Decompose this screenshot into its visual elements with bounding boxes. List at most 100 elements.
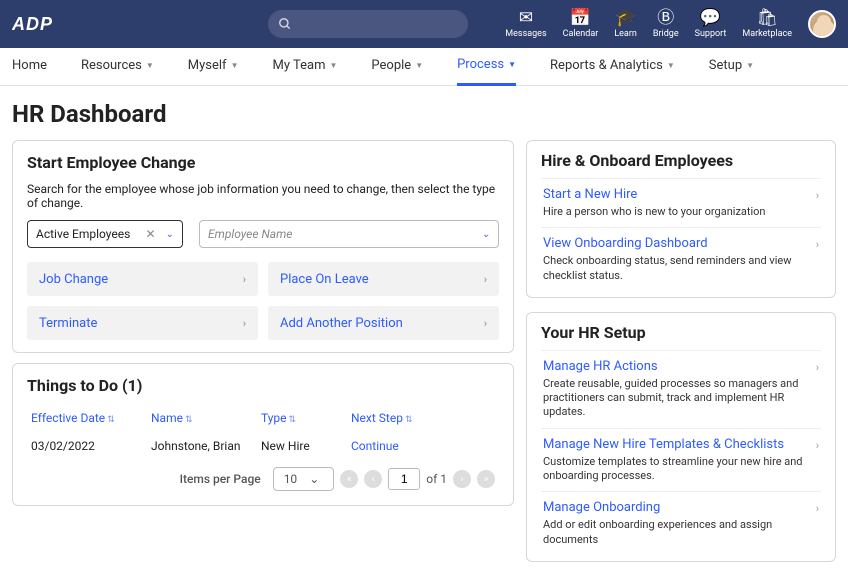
card-title: Things to Do (1)	[27, 376, 499, 395]
item-desc: Customize templates to streamline your n…	[543, 455, 819, 484]
col-type[interactable]: Type⇅	[261, 411, 351, 425]
svg-text:ADP: ADP	[12, 14, 53, 34]
sort-icon: ⇅	[185, 415, 193, 425]
nav-marketplace[interactable]: 🛍 Marketplace	[742, 10, 792, 39]
card-instruction: Search for the employee whose job inform…	[27, 182, 499, 210]
page-input[interactable]	[388, 468, 420, 490]
nav-calendar[interactable]: 📅 Calendar	[563, 10, 599, 39]
cell-type: New Hire	[261, 439, 351, 453]
search-input[interactable]	[268, 10, 468, 38]
items-per-page-label: Items per Page	[180, 472, 261, 486]
col-effective-date[interactable]: Effective Date⇅	[31, 411, 151, 425]
nav-support[interactable]: 💬Support	[695, 10, 727, 39]
nav-setup[interactable]: Setup▼	[709, 58, 754, 75]
nav-home[interactable]: Home	[12, 58, 47, 75]
global-search	[268, 10, 468, 38]
global-header: ADP ✉ Messages 📅 Calendar 🎓Learn ⒷBridge 💬…	[0, 0, 848, 48]
main-nav: Home Resources▼ Myself▼ My Team▼ People▼…	[0, 48, 848, 86]
list-item[interactable]: Manage HR Actions Create reusable, guide…	[541, 350, 821, 428]
top-icon-bar: ✉ Messages 📅 Calendar 🎓Learn ⒷBridge 💬Supp…	[505, 10, 836, 39]
chevron-down-icon: ▼	[508, 60, 516, 69]
chevron-right-icon: ›	[243, 273, 246, 286]
search-icon	[278, 17, 292, 31]
nav-label: Calendar	[563, 29, 599, 39]
next-page-button[interactable]: ›	[453, 470, 471, 488]
nav-myteam[interactable]: My Team▼	[273, 58, 338, 75]
grad-cap-icon: 🎓	[615, 10, 636, 27]
col-next-step[interactable]: Next Step⇅	[351, 411, 495, 425]
manage-onboarding-link[interactable]: Manage Onboarding	[543, 500, 819, 515]
bag-icon: 🛍	[756, 10, 778, 27]
action-job-change[interactable]: Job Change›	[27, 262, 258, 296]
list-item[interactable]: Manage New Hire Templates & Checklists C…	[541, 428, 821, 492]
nav-label: Messages	[505, 29, 546, 39]
cell-name: Johnstone, Brian	[151, 439, 261, 453]
card-title: Your HR Setup	[541, 323, 821, 342]
item-desc: Hire a person who is new to your organiz…	[543, 205, 819, 219]
employee-select[interactable]: Employee Name ⌄	[199, 220, 499, 248]
last-page-button[interactable]: »	[477, 470, 495, 488]
chevron-right-icon: ›	[816, 439, 819, 452]
nav-reports[interactable]: Reports & Analytics▼	[550, 58, 675, 75]
action-place-on-leave[interactable]: Place On Leave›	[268, 262, 499, 296]
list-item[interactable]: Start a New Hire Hire a person who is ne…	[541, 178, 821, 227]
chevron-right-icon: ›	[816, 502, 819, 515]
brand-logo: ADP	[12, 13, 54, 35]
table-row: 03/02/2022 Johnstone, Brian New Hire Con…	[27, 431, 499, 461]
first-page-button[interactable]: «	[340, 470, 358, 488]
chat-icon: 💬	[700, 10, 721, 27]
sort-icon: ⇅	[107, 415, 115, 425]
clear-icon[interactable]: ✕	[146, 227, 156, 241]
cell-date: 03/02/2022	[31, 439, 151, 453]
of-total: of 1	[426, 472, 447, 486]
nav-label: Bridge	[653, 29, 679, 39]
chevron-down-icon: ▼	[746, 61, 754, 70]
card-title: Start Employee Change	[27, 153, 499, 172]
page-title: HR Dashboard	[0, 86, 848, 140]
item-desc: Check onboarding status, send reminders …	[543, 254, 819, 283]
nav-process[interactable]: Process▼	[457, 48, 516, 86]
prev-page-button[interactable]: ‹	[364, 470, 382, 488]
list-item[interactable]: Manage Onboarding Add or edit onboarding…	[541, 491, 821, 555]
card-title: Hire & Onboard Employees	[541, 151, 821, 170]
nav-learn[interactable]: 🎓Learn	[614, 10, 637, 39]
chevron-right-icon: ›	[816, 238, 819, 251]
manage-hr-actions-link[interactable]: Manage HR Actions	[543, 359, 819, 374]
chevron-down-icon: ⌄	[166, 229, 174, 240]
chevron-down-icon: ▼	[415, 61, 423, 70]
chevron-down-icon: ▼	[329, 61, 337, 70]
nav-messages[interactable]: ✉ Messages	[505, 10, 546, 39]
chevron-down-icon: ⌄	[482, 229, 490, 240]
chevron-down-icon: ▼	[146, 61, 154, 70]
items-per-page-select[interactable]: 10	[273, 467, 335, 491]
chevron-down-icon: ▼	[231, 61, 239, 70]
action-add-position[interactable]: Add Another Position›	[268, 306, 499, 340]
item-desc: Add or edit onboarding experiences and a…	[543, 518, 819, 547]
nav-myself[interactable]: Myself▼	[188, 58, 239, 75]
hire-onboard-card: Hire & Onboard Employees Start a New Hir…	[526, 140, 836, 298]
pagination: Items per Page 10 « ‹ of 1 › »	[27, 461, 499, 493]
continue-link[interactable]: Continue	[351, 439, 495, 453]
view-onboarding-dashboard-link[interactable]: View Onboarding Dashboard	[543, 236, 819, 251]
chevron-right-icon: ›	[484, 317, 487, 330]
col-name[interactable]: Name⇅	[151, 411, 261, 425]
filter-select[interactable]: Active Employees ✕ ⌄	[27, 220, 183, 248]
avatar[interactable]	[808, 10, 836, 38]
nav-people[interactable]: People▼	[371, 58, 423, 75]
manage-templates-link[interactable]: Manage New Hire Templates & Checklists	[543, 437, 819, 452]
item-desc: Create reusable, guided processes so man…	[543, 377, 819, 420]
calendar-icon: 📅	[570, 10, 591, 27]
list-item[interactable]: View Onboarding Dashboard Check onboardi…	[541, 227, 821, 291]
chevron-right-icon: ›	[484, 273, 487, 286]
sort-icon: ⇅	[289, 415, 297, 425]
things-to-do-card: Things to Do (1) Effective Date⇅ Name⇅ T…	[12, 363, 514, 506]
chevron-right-icon: ›	[816, 189, 819, 202]
chevron-right-icon: ›	[243, 317, 246, 330]
filter-value: Active Employees	[36, 227, 130, 241]
action-terminate[interactable]: Terminate›	[27, 306, 258, 340]
envelope-icon: ✉	[519, 10, 533, 27]
nav-label: Marketplace	[742, 29, 792, 39]
nav-resources[interactable]: Resources▼	[81, 58, 154, 75]
start-new-hire-link[interactable]: Start a New Hire	[543, 187, 819, 202]
nav-bridge[interactable]: ⒷBridge	[653, 10, 679, 39]
